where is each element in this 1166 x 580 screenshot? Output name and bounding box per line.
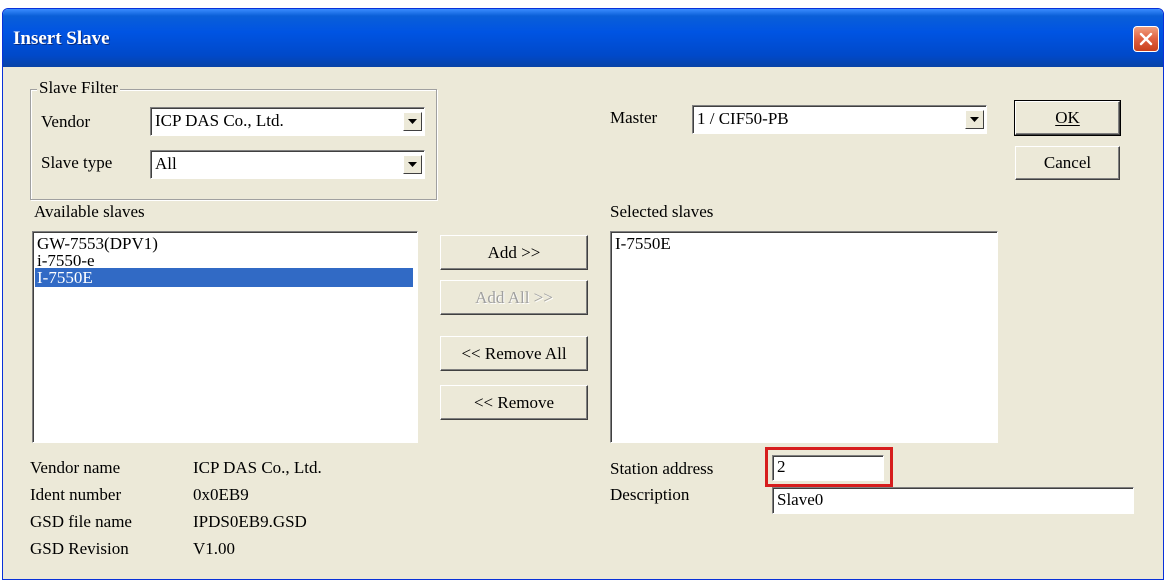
window-title: Insert Slave <box>13 28 110 49</box>
close-icon <box>1139 32 1153 46</box>
ok-button-label: OK <box>1055 108 1080 127</box>
cancel-button[interactable]: Cancel <box>1015 146 1120 180</box>
selected-slaves-label: Selected slaves <box>610 202 714 221</box>
list-item[interactable]: I-7550E <box>35 268 413 287</box>
slave-type-combo-value: All <box>155 154 177 173</box>
gsd-file-name-value: IPDS0EB9.GSD <box>193 512 307 531</box>
vendor-name-value: ICP DAS Co., Ltd. <box>193 458 322 477</box>
vendor-name-label: Vendor name <box>30 458 121 477</box>
ident-number-value: 0x0EB9 <box>193 485 249 504</box>
description-label: Description <box>610 485 690 504</box>
slave-type-combo[interactable]: All <box>150 150 425 179</box>
slave-filter-group <box>30 89 437 200</box>
remove-button[interactable]: << Remove <box>440 385 588 420</box>
vendor-combo[interactable]: ICP DAS Co., Ltd. <box>150 107 425 136</box>
master-dropdown-button[interactable] <box>965 110 984 129</box>
remove-all-button-label: << Remove All <box>461 344 567 363</box>
selected-slaves-list[interactable]: I-7550E <box>610 231 998 443</box>
station-address-label: Station address <box>610 459 714 478</box>
slave-type-dropdown-button[interactable] <box>403 155 422 174</box>
cancel-button-label: Cancel <box>1043 153 1092 172</box>
available-slaves-list[interactable]: GW-7553(DPV1) i-7550-e I-7550E <box>32 231 418 443</box>
remove-button-label: << Remove <box>473 393 555 412</box>
description-value: Slave0 <box>777 490 824 509</box>
slave-filter-legend: Slave Filter <box>37 78 120 98</box>
list-item[interactable]: I-7550E <box>613 234 993 253</box>
ident-number-label: Ident number <box>30 485 122 504</box>
gsd-revision-label: GSD Revision <box>30 539 129 558</box>
vendor-dropdown-button[interactable] <box>403 112 422 131</box>
add-button-label: Add >> <box>487 243 541 262</box>
gsd-file-name-label: GSD file name <box>30 512 132 531</box>
master-combo-value: 1 / CIF50-PB <box>697 109 789 128</box>
add-all-button[interactable]: Add All >> <box>440 280 588 315</box>
vendor-label: Vendor <box>41 112 91 131</box>
master-combo[interactable]: 1 / CIF50-PB <box>692 105 987 134</box>
vendor-combo-value: ICP DAS Co., Ltd. <box>155 111 284 130</box>
chevron-down-icon <box>970 116 979 122</box>
remove-all-button[interactable]: << Remove All <box>440 336 588 371</box>
available-slaves-label: Available slaves <box>34 202 145 221</box>
chevron-down-icon <box>408 161 417 167</box>
gsd-revision-value: V1.00 <box>193 539 236 558</box>
description-field[interactable]: Slave0 <box>772 487 1134 514</box>
slave-type-label: Slave type <box>41 153 113 172</box>
chevron-down-icon <box>408 118 417 124</box>
title-bar[interactable]: Insert Slave <box>3 9 1163 67</box>
master-label: Master <box>610 108 658 127</box>
ok-button[interactable]: OK <box>1014 100 1121 136</box>
insert-slave-dialog: Insert Slave Slave Filter Vendor ICP DAS… <box>2 8 1164 580</box>
close-button[interactable] <box>1133 26 1159 52</box>
add-all-button-label: Add All >> <box>475 288 553 307</box>
station-address-highlight <box>765 447 893 487</box>
add-button[interactable]: Add >> <box>440 235 588 270</box>
